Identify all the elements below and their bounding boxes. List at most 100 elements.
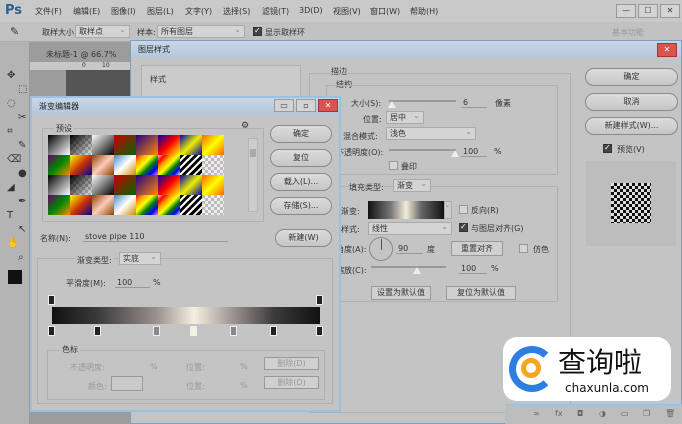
tool-icon[interactable]: ⌕ <box>18 252 24 263</box>
gradient-preset[interactable] <box>70 175 92 195</box>
gradient-preset[interactable] <box>158 175 180 195</box>
menu-item[interactable]: 图像(I) <box>111 6 136 17</box>
gradient-dropdown-arrow[interactable]: ⌄ <box>444 201 452 219</box>
maximize-button[interactable]: ☐ <box>638 4 658 18</box>
close-button[interactable]: ✕ <box>318 99 338 112</box>
tool-icon[interactable]: ● <box>18 168 27 179</box>
delete-color-stop-button[interactable]: 删除(D) <box>264 376 319 389</box>
gradient-preset[interactable] <box>114 195 136 215</box>
gradient-preset[interactable] <box>136 155 158 175</box>
size-slider[interactable] <box>389 100 456 102</box>
menu-item[interactable]: 图层(L) <box>147 6 174 17</box>
eyedropper-icon[interactable]: ✎ <box>10 25 19 38</box>
close-button[interactable]: ✕ <box>657 43 677 57</box>
gradient-preset[interactable] <box>180 155 202 175</box>
gradient-preset[interactable] <box>48 155 70 175</box>
color-stop[interactable] <box>230 326 238 336</box>
save-button[interactable]: 存储(S)... <box>270 197 332 215</box>
gradient-preset[interactable] <box>202 155 224 175</box>
color-stop[interactable] <box>48 326 55 336</box>
scrollbar-thumb[interactable] <box>250 149 256 157</box>
style-select[interactable]: 线性 <box>368 222 452 235</box>
show-ring-checkbox[interactable] <box>253 26 262 36</box>
tool-icon[interactable]: ✒ <box>18 196 26 207</box>
size-slider-thumb[interactable] <box>388 101 396 108</box>
tool-icon[interactable]: ✥ <box>7 70 15 81</box>
stop-color-swatch[interactable] <box>111 376 143 391</box>
fill-type-select[interactable]: 渐变 <box>393 179 431 192</box>
sample-size-select[interactable]: 取样点 <box>75 25 130 38</box>
tool-icon[interactable]: ⬚ <box>18 84 27 95</box>
load-button[interactable]: 载入(L)... <box>270 173 332 191</box>
scale-input[interactable]: 100 <box>459 264 487 274</box>
gradient-preset[interactable] <box>136 175 158 195</box>
smoothness-input[interactable]: 100 <box>115 278 150 288</box>
gradient-preset[interactable] <box>114 175 136 195</box>
ok-button[interactable]: 确定 <box>270 125 332 143</box>
menu-item[interactable]: 选择(S) <box>223 6 250 17</box>
reset-default-button[interactable]: 复位为默认值 <box>446 286 516 300</box>
gradient-type-select[interactable]: 实底 <box>119 252 161 265</box>
layer-action-icon[interactable]: ◑ <box>599 409 606 418</box>
dither-checkbox[interactable] <box>519 244 528 253</box>
scale-slider[interactable] <box>371 266 446 268</box>
maximize-button[interactable]: ▫ <box>296 99 316 112</box>
gradient-preset[interactable] <box>92 175 114 195</box>
overprint-checkbox[interactable] <box>389 161 398 170</box>
styles-header[interactable]: 样式 <box>150 74 166 85</box>
opacity-stop[interactable] <box>48 295 55 305</box>
opacity-slider[interactable] <box>389 149 456 151</box>
gradient-preset[interactable] <box>70 155 92 175</box>
tool-icon[interactable]: ↖ <box>18 224 26 235</box>
tool-icon[interactable]: ✎ <box>18 140 26 151</box>
tool-icon[interactable]: ✋ <box>7 238 19 249</box>
new-style-button[interactable]: 新建样式(W)... <box>585 117 678 135</box>
reverse-checkbox[interactable] <box>459 205 468 214</box>
name-input[interactable]: stove pipe 110 <box>83 232 228 242</box>
layer-action-icon[interactable]: 🗑 <box>665 409 675 418</box>
color-stop[interactable] <box>152 326 160 336</box>
reset-align-button[interactable]: 重置对齐 <box>451 241 503 256</box>
blend-mode-select[interactable]: 浅色 <box>386 127 476 140</box>
opacity-stop[interactable] <box>316 295 323 305</box>
preview-checkbox[interactable] <box>603 143 612 153</box>
tool-icon[interactable]: ⌫ <box>7 154 21 165</box>
layer-action-icon[interactable]: ▭ <box>621 409 629 418</box>
layer-action-icon[interactable]: ◘ <box>577 409 583 418</box>
size-input[interactable]: 6 <box>461 98 487 108</box>
menu-item[interactable]: 文件(F) <box>35 6 62 17</box>
gradient-preset[interactable] <box>202 175 224 195</box>
gradient-preset[interactable] <box>114 135 136 155</box>
gradient-preset[interactable] <box>92 155 114 175</box>
tool-icon[interactable]: ✂ <box>18 112 26 123</box>
gradient-preset[interactable] <box>70 135 92 155</box>
presets-scrollbar[interactable] <box>248 138 258 212</box>
gradient-preset[interactable] <box>202 135 224 155</box>
gradient-preset[interactable] <box>70 195 92 215</box>
gradient-preset[interactable] <box>48 135 70 155</box>
menu-item[interactable]: 文字(Y) <box>185 6 212 17</box>
menu-item[interactable]: 视图(V) <box>333 6 361 17</box>
gradient-preset[interactable] <box>136 195 158 215</box>
menu-item[interactable]: 窗口(W) <box>370 6 400 17</box>
tool-icon[interactable]: ◢ <box>7 182 15 193</box>
new-button[interactable]: 新建(W) <box>275 229 332 247</box>
color-stop[interactable] <box>93 326 101 336</box>
gradient-preset[interactable] <box>158 135 180 155</box>
minimize-button[interactable]: — <box>616 4 636 18</box>
delete-opacity-stop-button[interactable]: 删除(D) <box>264 357 319 370</box>
gradient-bar[interactable] <box>52 307 320 324</box>
align-checkbox[interactable] <box>459 222 468 232</box>
menu-item[interactable]: 编辑(E) <box>73 6 100 17</box>
gradient-preset[interactable] <box>136 135 158 155</box>
menu-item[interactable]: 滤镜(T) <box>262 6 289 17</box>
gradient-preset[interactable] <box>114 155 136 175</box>
gradient-preset[interactable] <box>48 175 70 195</box>
gradient-preset[interactable] <box>180 175 202 195</box>
angle-dial[interactable] <box>369 237 393 261</box>
gradient-preset[interactable] <box>92 195 114 215</box>
layer-action-icon[interactable]: ∞ <box>533 409 540 418</box>
gradient-preset[interactable] <box>202 195 224 215</box>
tool-icon[interactable]: ◌ <box>7 98 16 109</box>
opacity-input[interactable]: 100 <box>461 147 487 157</box>
